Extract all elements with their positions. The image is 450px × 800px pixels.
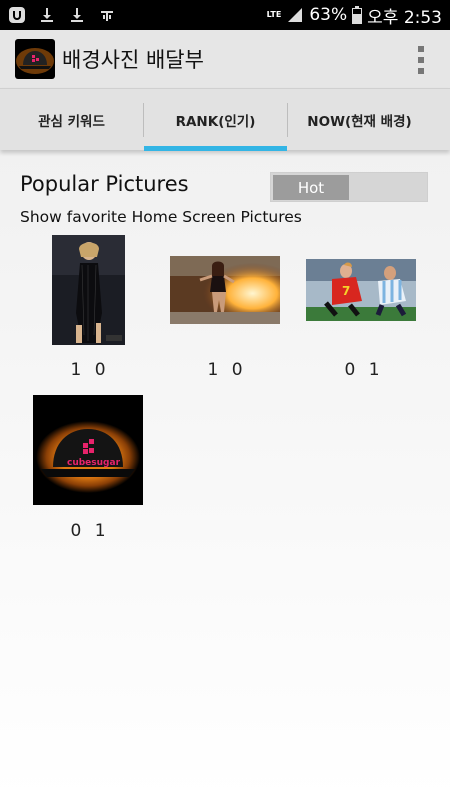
page-title: Popular Pictures	[20, 172, 189, 196]
overflow-menu-icon[interactable]	[416, 46, 426, 74]
status-bar: LTE 63% 오후 2:53	[0, 0, 450, 30]
download-count: 1 0	[207, 360, 247, 380]
app-title: 배경사진 배달부	[62, 48, 204, 72]
network-type: LTE	[266, 10, 282, 19]
tab-label: RANK(인기)	[175, 114, 256, 130]
page-subtitle: Show favorite Home Screen Pictures	[20, 208, 302, 226]
picture-thumbnail-2[interactable]	[170, 256, 280, 324]
app-bar: 배경사진 배달부	[0, 30, 450, 88]
signal-icon	[286, 6, 304, 24]
svg-text:7: 7	[342, 284, 350, 298]
picture-thumbnail-4[interactable]: cubesugar	[33, 395, 143, 505]
battery-percent: 63%	[309, 5, 348, 25]
app-logo	[15, 39, 55, 79]
clock: 오후 2:53	[367, 7, 442, 28]
app-notification-icon	[8, 6, 26, 24]
tab-rank[interactable]: RANK(인기)	[144, 89, 287, 151]
battery-icon	[352, 6, 363, 24]
hot-toggle[interactable]: Hot	[270, 172, 428, 202]
download-count: 0 1	[344, 360, 384, 380]
download-count: 1 0	[70, 360, 110, 380]
download-count: 0 1	[70, 521, 110, 541]
picture-thumbnail-3[interactable]: 7	[306, 259, 416, 321]
tab-bar: 관심 키워드 RANK(인기) NOW(현재 배경)	[0, 88, 450, 151]
download-icon	[38, 6, 56, 24]
toggle-thumb: Hot	[273, 175, 349, 200]
tab-keyword[interactable]: 관심 키워드	[0, 89, 143, 151]
selected-tab-indicator	[144, 146, 287, 151]
usb-icon	[98, 6, 116, 24]
tab-label: 관심 키워드	[38, 114, 105, 130]
tab-now[interactable]: NOW(현재 배경)	[288, 89, 431, 151]
picture-thumbnail-1[interactable]	[52, 235, 125, 345]
tab-label: NOW(현재 배경)	[307, 114, 412, 130]
cap-logo-text: cubesugar	[67, 458, 121, 468]
download-icon	[68, 6, 86, 24]
